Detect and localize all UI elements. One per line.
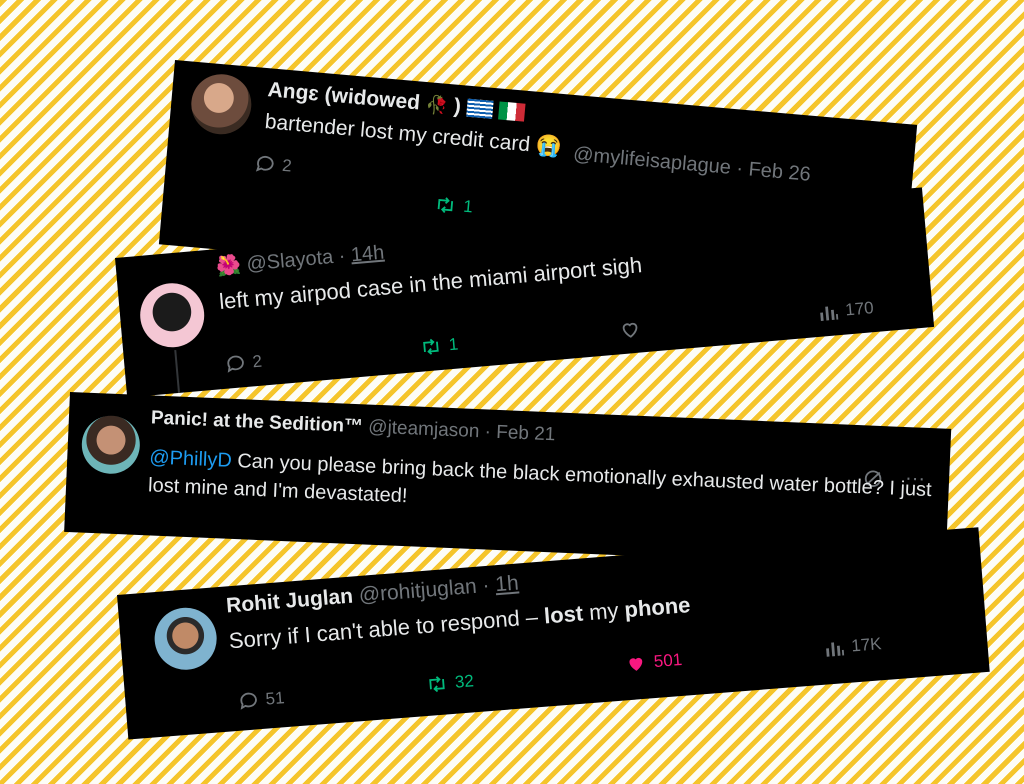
timestamp[interactable]: 14h bbox=[350, 242, 385, 267]
avatar[interactable] bbox=[137, 280, 207, 350]
retweet-icon bbox=[429, 676, 445, 693]
handle[interactable]: @mylifeisaplague bbox=[572, 143, 731, 179]
like-button[interactable] bbox=[617, 317, 643, 341]
hibiscus-emoji: 🌺 bbox=[215, 254, 242, 279]
separator-dot: · bbox=[484, 421, 492, 443]
views-button[interactable]: 17K bbox=[823, 633, 883, 660]
timestamp[interactable]: Feb 21 bbox=[496, 422, 556, 445]
handle[interactable]: @Slayota bbox=[246, 246, 335, 276]
separator-dot: · bbox=[337, 244, 347, 268]
avatar[interactable] bbox=[152, 605, 219, 673]
reply-count: 2 bbox=[251, 351, 263, 372]
analytics-icon bbox=[820, 306, 839, 321]
reply-count: 2 bbox=[281, 155, 293, 176]
views-count: 17K bbox=[850, 634, 883, 656]
tweet-text-part: my bbox=[582, 597, 626, 626]
rose-emoji: 🥀 bbox=[424, 94, 449, 116]
mention-link[interactable]: @PhillyD bbox=[149, 446, 232, 471]
timestamp[interactable]: Feb 26 bbox=[748, 158, 812, 185]
retweet-count: 1 bbox=[448, 334, 460, 355]
retweet-count: 32 bbox=[454, 671, 475, 692]
analytics-icon bbox=[826, 642, 845, 657]
reply-button[interactable]: 51 bbox=[237, 687, 286, 713]
heart-outline-icon bbox=[622, 322, 638, 338]
display-name[interactable]: Panic! at the Sedition™ bbox=[151, 407, 364, 437]
like-button[interactable]: 501 bbox=[623, 649, 683, 676]
italy-flag-icon bbox=[497, 101, 526, 123]
name-suffix: ) bbox=[452, 94, 462, 119]
reply-icon bbox=[255, 155, 274, 172]
reply-button[interactable]: 2 bbox=[224, 351, 263, 376]
views-button[interactable]: 170 bbox=[817, 297, 875, 324]
tweet-text-bold: phone bbox=[623, 592, 692, 623]
retweet-button[interactable]: 32 bbox=[424, 670, 474, 696]
retweet-icon bbox=[437, 197, 454, 214]
tweet-text: Can you please bring back the black emot… bbox=[147, 449, 933, 508]
tweet-text-bold: lost bbox=[543, 600, 585, 629]
handle[interactable]: @jteamjason bbox=[368, 417, 480, 443]
reply-icon bbox=[240, 692, 257, 710]
greece-flag-icon bbox=[465, 99, 494, 120]
reply-count: 51 bbox=[264, 688, 286, 709]
timestamp[interactable]: 1h bbox=[494, 571, 519, 596]
reply-icon bbox=[227, 355, 244, 373]
display-name[interactable]: Rohit Juglan bbox=[225, 585, 354, 618]
separator-dot: · bbox=[735, 157, 745, 180]
avatar[interactable] bbox=[80, 414, 142, 475]
tweet-card-4[interactable]: Rohit Juglan @rohitjuglan · 1h Sorry if … bbox=[117, 527, 990, 740]
retweet-icon bbox=[423, 338, 439, 355]
avatar[interactable] bbox=[188, 71, 254, 137]
crying-emoji: 😭 bbox=[534, 133, 563, 160]
heart-filled-icon bbox=[629, 657, 643, 671]
retweet-button[interactable]: 1 bbox=[432, 193, 474, 218]
retweet-button[interactable]: 1 bbox=[418, 333, 459, 358]
display-name[interactable]: Angɛ (widowed bbox=[267, 78, 421, 114]
separator-dot: · bbox=[481, 573, 491, 598]
views-count: 170 bbox=[844, 298, 875, 320]
handle[interactable]: @rohitjuglan bbox=[358, 575, 478, 607]
reply-button[interactable]: 2 bbox=[253, 152, 292, 177]
like-count: 501 bbox=[653, 649, 683, 672]
retweet-count: 1 bbox=[462, 196, 474, 217]
thread-line bbox=[174, 350, 182, 398]
